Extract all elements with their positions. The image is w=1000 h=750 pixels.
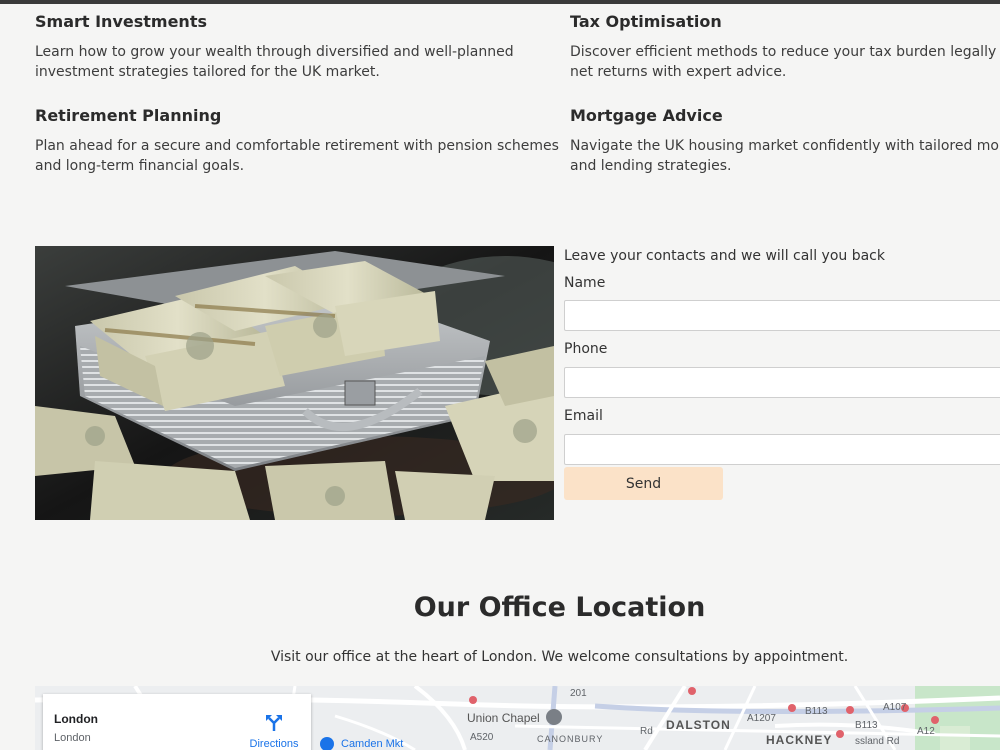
service-desc-line: investment strategies tailored for the U… <box>35 64 380 80</box>
directions-button[interactable]: Directions <box>247 714 301 750</box>
directions-label: Directions <box>249 738 299 750</box>
service-desc-line: net returns with expert advice. <box>570 64 787 80</box>
top-border <box>0 0 1000 4</box>
map-label-dalston: DALSTON <box>666 718 731 732</box>
map-place-address: London <box>54 732 91 744</box>
map-label-b113: B113 <box>855 720 878 731</box>
map-label-a520: A520 <box>470 732 494 743</box>
map-place-card: London London Directions <box>43 694 311 750</box>
map-label-union-chapel: Union Chapel <box>467 711 540 725</box>
map-place-name: London <box>54 712 98 726</box>
service-desc-line: Navigate the UK housing market confident… <box>570 138 1000 154</box>
directions-icon <box>266 715 282 731</box>
service-desc-line: and lending strategies. <box>570 158 732 174</box>
service-title: Retirement Planning <box>35 106 222 125</box>
email-field[interactable] <box>564 434 1000 465</box>
service-desc-line: Plan ahead for a secure and comfortable … <box>35 138 559 154</box>
map-label-hackney: HACKNEY <box>766 733 833 747</box>
service-description: Learn how to grow your wealth through di… <box>35 42 514 82</box>
service-title: Tax Optimisation <box>570 12 722 31</box>
map-label-ssland-rd: ssland Rd <box>855 736 900 747</box>
service-description: Discover efficient methods to reduce you… <box>570 42 1000 82</box>
service-retirement-planning: Retirement Planning Plan ahead for a sec… <box>35 106 559 176</box>
map-label-camden-mkt: Camden Mkt <box>341 738 404 750</box>
office-location-subtitle: Visit our office at the heart of London.… <box>270 649 849 665</box>
service-mortgage-advice: Mortgage Advice Navigate the UK housing … <box>570 106 1000 176</box>
service-tax-optimisation: Tax Optimisation Discover efficient meth… <box>570 12 1000 82</box>
service-desc-line: and long-term financial goals. <box>35 158 245 174</box>
money-briefcase-illustration <box>35 246 554 520</box>
service-smart-investments: Smart Investments Learn how to grow your… <box>35 12 514 82</box>
contact-form: Leave your contacts and we will call you… <box>564 246 1000 465</box>
map-label-a12: A12 <box>917 726 935 737</box>
service-title: Mortgage Advice <box>570 106 723 125</box>
service-desc-line: Learn how to grow your wealth through di… <box>35 44 514 60</box>
map-label-b113: B113 <box>805 706 828 717</box>
map-label-a107: A107 <box>883 702 907 713</box>
phone-label: Phone <box>564 341 608 357</box>
form-lead-text: Leave your contacts and we will call you… <box>564 248 885 264</box>
email-label: Email <box>564 408 603 424</box>
service-description: Plan ahead for a secure and comfortable … <box>35 136 559 176</box>
name-label: Name <box>564 275 606 291</box>
map-label-a1207: A1207 <box>747 713 776 724</box>
phone-field[interactable] <box>564 367 1000 398</box>
service-description: Navigate the UK housing market confident… <box>570 136 1000 176</box>
service-title: Smart Investments <box>35 12 207 31</box>
office-location-heading: Our Office Location <box>413 592 706 623</box>
map-label-201: 201 <box>570 688 587 699</box>
map-label-rd: Rd <box>640 726 653 737</box>
send-button[interactable]: Send <box>564 467 723 500</box>
service-desc-line: Discover efficient methods to reduce you… <box>570 44 1000 60</box>
map-label-canonbury: CANONBURY <box>537 734 604 744</box>
office-map[interactable]: Union Chapel Camden Mkt DALSTON HACKNEY … <box>35 686 1000 750</box>
money-briefcase-image <box>35 246 554 520</box>
name-field[interactable] <box>564 300 1000 331</box>
